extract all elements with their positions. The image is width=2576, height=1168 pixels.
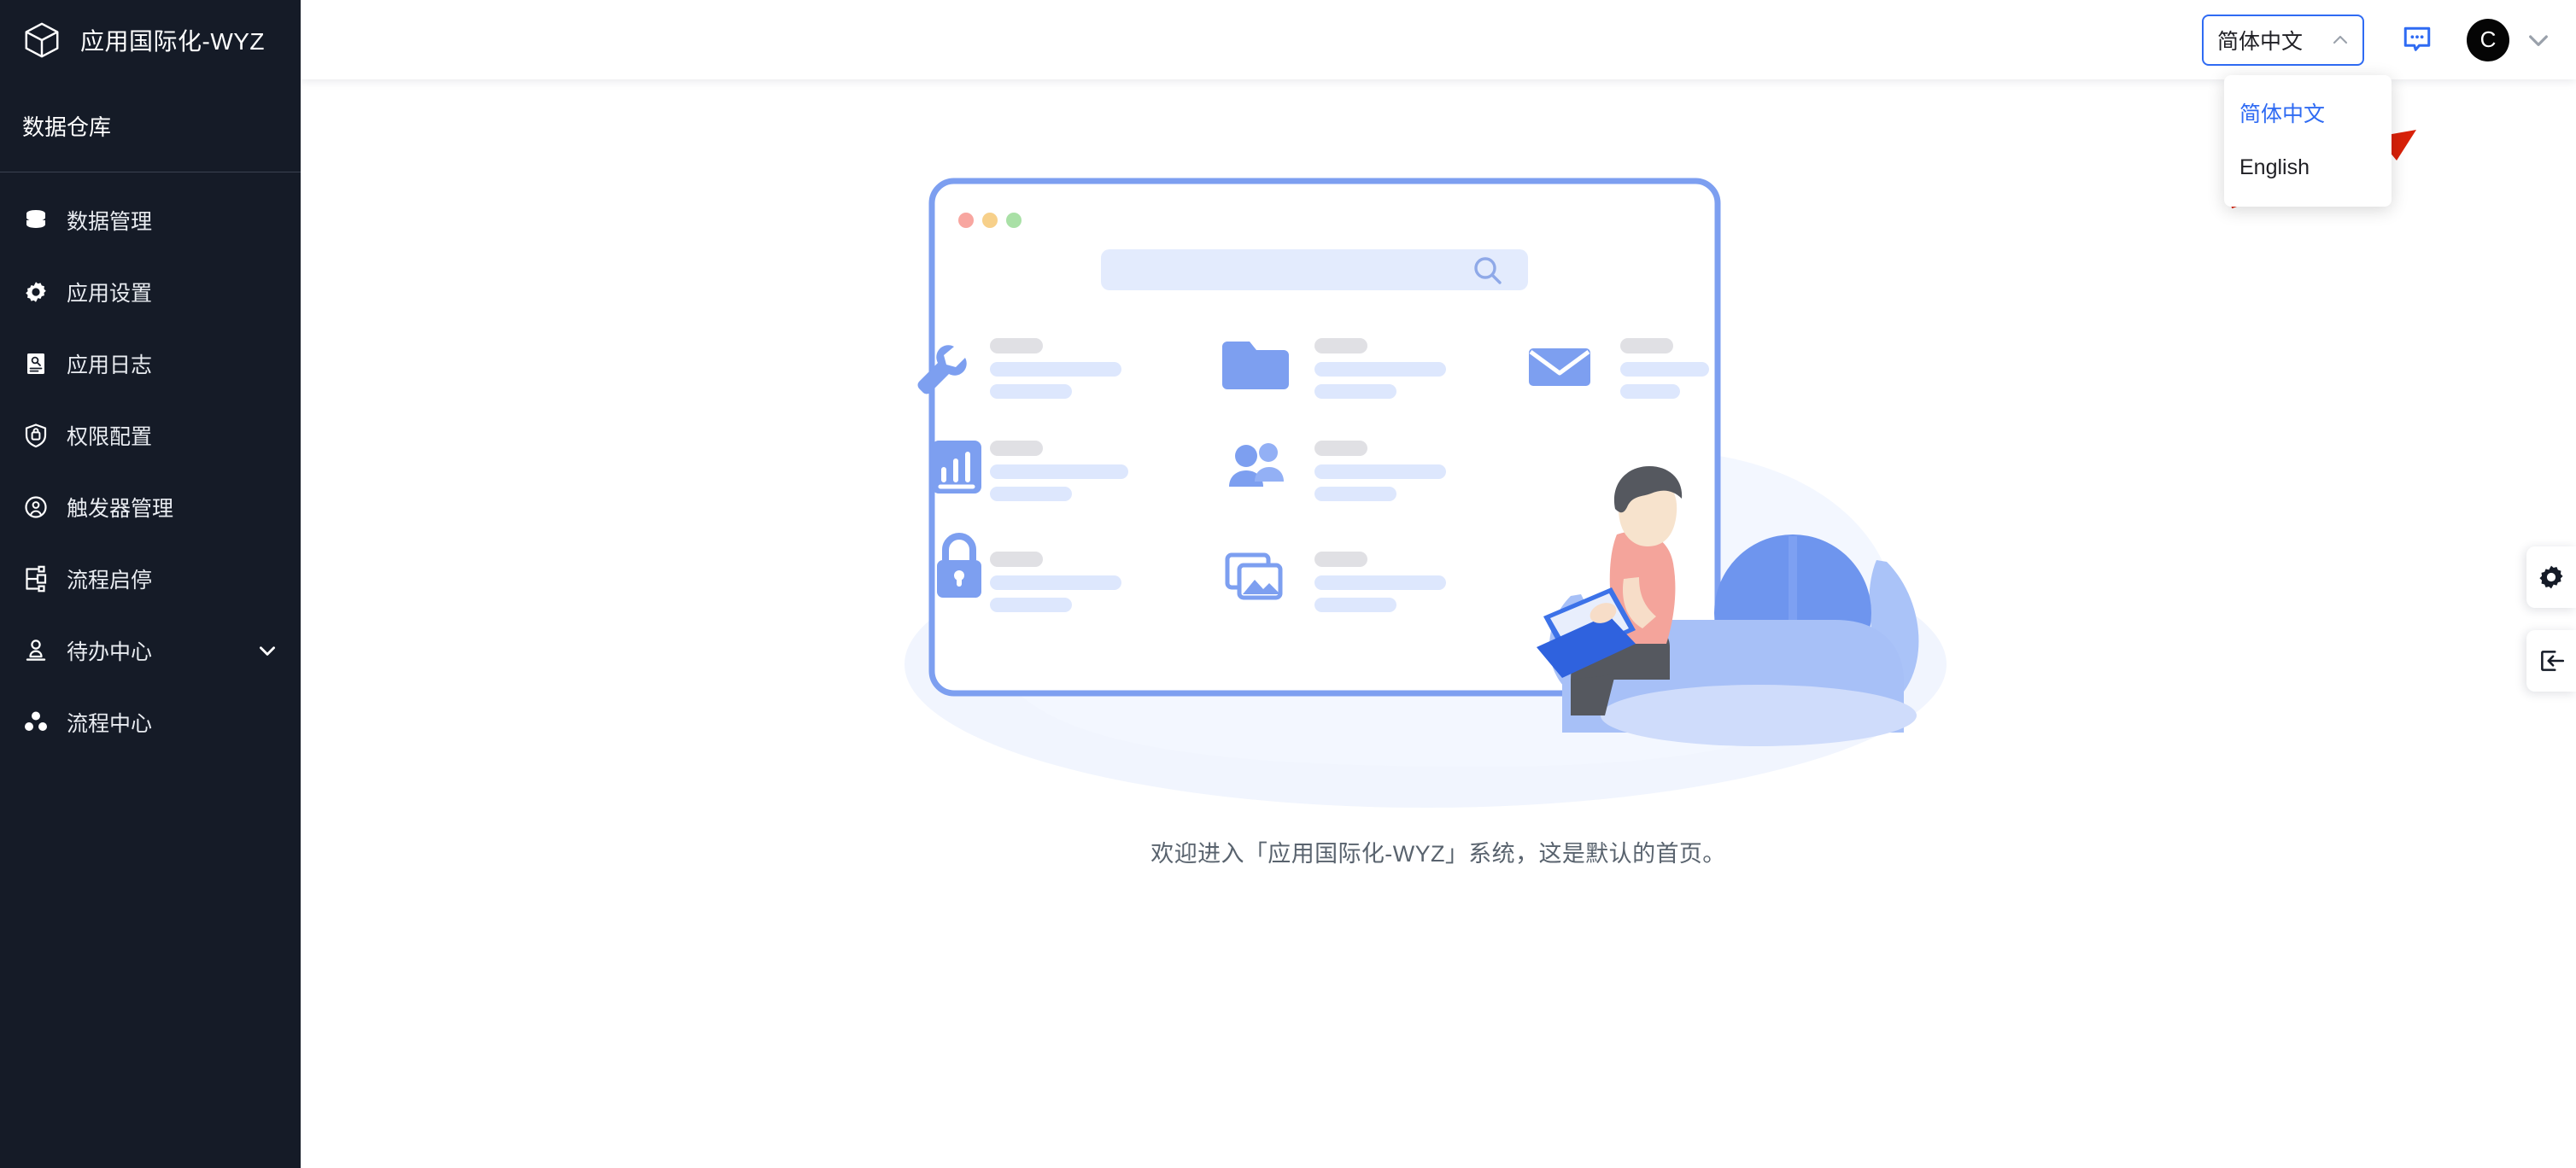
login-enter-icon (2541, 651, 2565, 671)
comment-dots-icon (2403, 26, 2431, 51)
content-empty-state: 欢迎进入「应用国际化-WYZ」系统，这是默认的首页。 (301, 79, 2576, 1168)
gear-icon (2539, 565, 2563, 589)
main-area: 简体中文 C 简体中文 English 欢迎进入「应用国际化-WYZ」系统，这是… (301, 0, 2576, 1168)
sidebar-item-todo-center[interactable]: 待办中心 (0, 615, 301, 686)
sidebar-brand[interactable]: 应用国际化-WYZ (0, 0, 301, 79)
avatar[interactable]: C (2467, 18, 2509, 61)
sidebar-item-label: 数据管理 (67, 210, 153, 234)
nodes-cluster-icon (25, 711, 47, 731)
sidebar-item-label: 权限配置 (67, 425, 153, 449)
cube-icon (25, 22, 59, 57)
settings-float-button[interactable] (2526, 546, 2576, 608)
sidebar-item-label: 应用设置 (67, 282, 153, 306)
sidebar-brand-title: 应用国际化-WYZ (80, 27, 266, 55)
trigger-target-icon (25, 496, 47, 518)
sidebar-item-data-management[interactable]: 数据管理 (0, 184, 301, 256)
sidebar-group-label: 数据仓库 (22, 114, 112, 140)
sidebar-item-flow-start-stop[interactable]: 流程启停 (0, 543, 301, 615)
shield-lock-icon (25, 423, 47, 448)
language-dropdown-menu: 简体中文 English (2224, 75, 2392, 207)
gear-icon (26, 282, 46, 302)
chevron-down-icon[interactable] (256, 639, 278, 662)
enter-float-button[interactable] (2526, 630, 2576, 692)
top-header-bar: 简体中文 C (301, 0, 2576, 79)
language-option-zh[interactable]: 简体中文 (2224, 85, 2392, 140)
flow-branch-icon (26, 565, 47, 593)
messages-button[interactable] (2393, 16, 2441, 64)
sidebar-item-trigger-management[interactable]: 触发器管理 (0, 471, 301, 543)
sidebar-item-flow-center[interactable]: 流程中心 (0, 686, 301, 758)
sidebar-item-permission-config[interactable]: 权限配置 (0, 400, 301, 471)
sidebar-item-label: 流程中心 (67, 712, 153, 736)
chevron-up-icon (2333, 35, 2348, 44)
sidebar-nav: 数据管理 应用设置 应用日志 权限配置 触发器管理 流程启停 待办中心 流程中心 (0, 172, 301, 758)
sidebar-item-label: 应用日志 (67, 353, 153, 377)
right-float-rail (2526, 546, 2576, 692)
log-document-icon (27, 353, 44, 374)
empty-state-illustration (905, 178, 1947, 808)
sidebar-item-label: 触发器管理 (67, 497, 174, 521)
sidebar: 应用国际化-WYZ 数据仓库 数据管理 应用设置 应用日志 权限配置 触发器管理… (0, 0, 301, 1168)
app-root: 应用国际化-WYZ 数据仓库 数据管理 应用设置 应用日志 权限配置 触发器管理… (0, 0, 2576, 1168)
database-icon (26, 210, 45, 228)
sidebar-item-app-logs[interactable]: 应用日志 (0, 328, 301, 400)
sidebar-item-label: 流程启停 (67, 569, 153, 593)
welcome-message: 欢迎进入「应用国际化-WYZ」系统，这是默认的首页。 (1150, 841, 1726, 867)
chevron-down-icon[interactable] (2525, 26, 2552, 54)
sidebar-item-app-settings[interactable]: 应用设置 (0, 256, 301, 328)
language-selector-value: 简体中文 (2217, 29, 2304, 54)
language-selector[interactable]: 简体中文 (2202, 14, 2364, 66)
user-stamp-icon (26, 639, 46, 661)
language-option-en[interactable]: English (2224, 140, 2392, 195)
avatar-initial: C (2479, 26, 2497, 52)
sidebar-item-label: 待办中心 (67, 640, 153, 664)
